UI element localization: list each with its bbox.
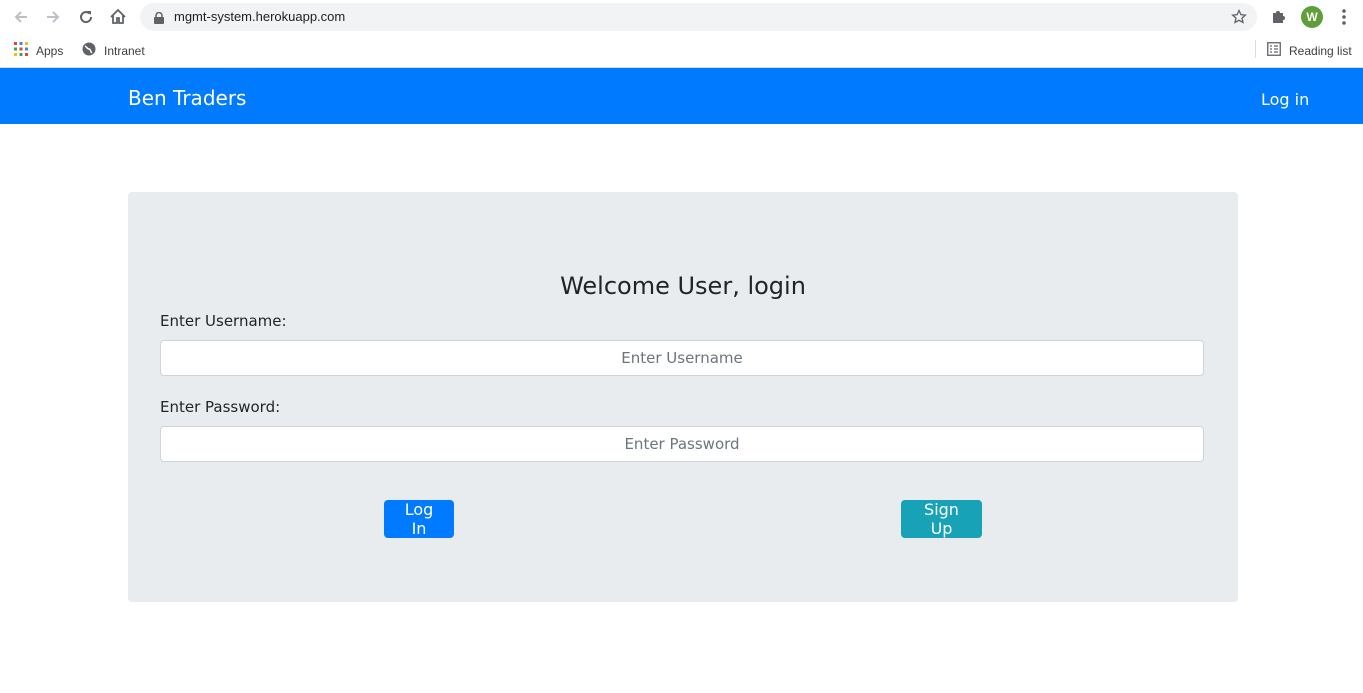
reading-list-icon	[1267, 42, 1281, 59]
reading-list-button[interactable]: Reading list	[1267, 42, 1352, 59]
kebab-menu-icon[interactable]	[1337, 7, 1351, 27]
page-title: Welcome User, login	[560, 272, 806, 300]
username-label: Enter Username:	[160, 312, 287, 330]
app-navbar: Ben Traders Log in	[0, 68, 1363, 124]
username-input[interactable]	[160, 340, 1204, 376]
reading-list-label: Reading list	[1289, 43, 1352, 58]
url-text[interactable]: mgmt-system.herokuapp.com	[174, 9, 345, 24]
home-icon[interactable]	[107, 6, 129, 28]
password-label: Enter Password:	[160, 398, 281, 416]
forward-arrow-icon[interactable]	[42, 6, 64, 28]
password-input[interactable]	[160, 426, 1204, 462]
lock-icon[interactable]	[154, 11, 164, 29]
bookmarks-bar: Apps Intranet Reading list	[0, 34, 1363, 68]
avatar[interactable]: W	[1301, 6, 1323, 28]
reload-icon[interactable]	[75, 6, 97, 28]
brand-logo-text[interactable]: Ben Traders	[128, 86, 246, 110]
bookmark-intranet-label: Intranet	[104, 43, 145, 58]
browser-toolbar: mgmt-system.herokuapp.com W	[0, 0, 1363, 34]
nav-login-link[interactable]: Log in	[1261, 90, 1309, 109]
bookmark-intranet[interactable]: Intranet	[82, 42, 145, 59]
login-card: Welcome User, login Enter Username: Ente…	[128, 192, 1238, 602]
globe-icon	[82, 42, 96, 59]
puzzle-icon[interactable]	[1270, 7, 1288, 30]
star-icon[interactable]	[1231, 8, 1247, 30]
bookmark-apps[interactable]: Apps	[14, 42, 63, 59]
apps-grid-icon	[14, 42, 28, 59]
back-arrow-icon[interactable]	[10, 6, 32, 28]
signup-button[interactable]: Sign Up	[901, 500, 982, 538]
login-button[interactable]: Log In	[384, 500, 454, 538]
bookmark-apps-label: Apps	[36, 43, 64, 58]
address-bar[interactable]: mgmt-system.herokuapp.com	[140, 3, 1257, 31]
bookmarks-divider	[1255, 40, 1256, 58]
